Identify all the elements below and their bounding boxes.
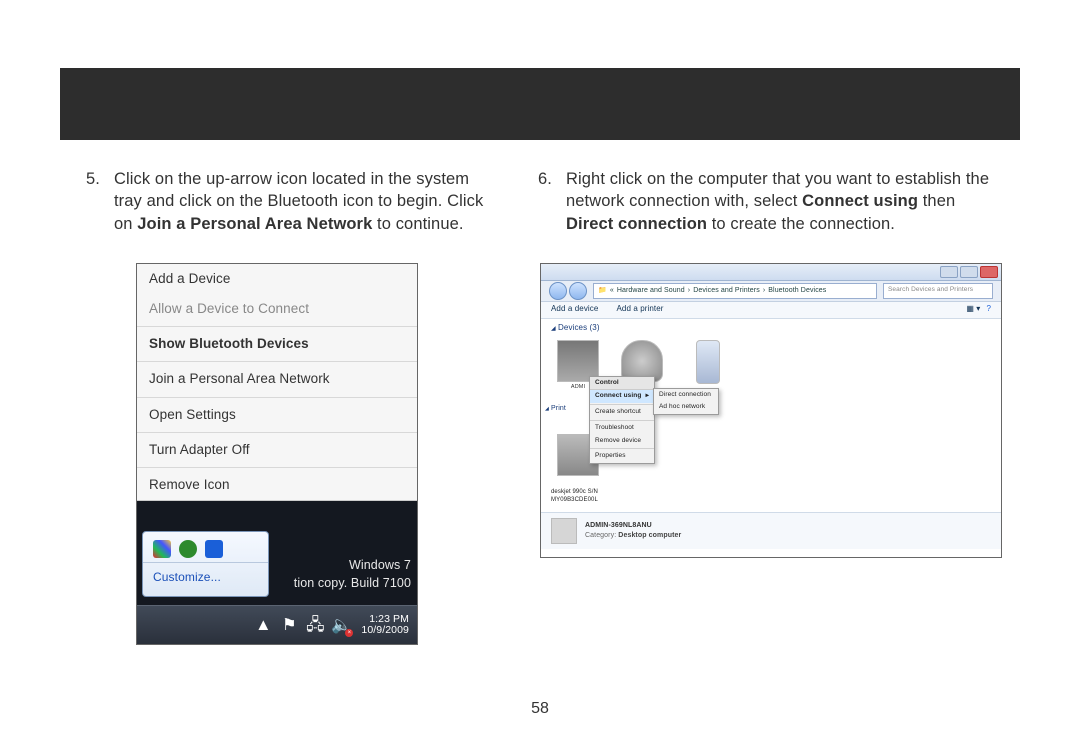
clock-date: 10/9/2009 — [361, 625, 409, 637]
phone-icon — [696, 340, 720, 384]
address-row: 📁 « Hardware and Sound › Devices and Pri… — [541, 281, 1001, 302]
printer-caption: deskjet 990c S/N MY09B3CDE00L — [551, 488, 598, 504]
tray-icons-row — [143, 532, 268, 562]
step-text-bold: Join a Personal Area Network — [137, 215, 372, 233]
context-menu: Control Connect using▸ Create shortcut T… — [589, 376, 655, 465]
search-placeholder: Search Devices and Printers — [888, 286, 973, 295]
menu-turn-adapter-off[interactable]: Turn Adapter Off — [137, 435, 417, 465]
bluetooth-context-menu: Add a Device Allow a Device to Connect S… — [137, 264, 417, 502]
figure-system-tray: Add a Device Allow a Device to Connect S… — [136, 263, 418, 646]
right-column: 6. Right click on the computer that you … — [530, 168, 1002, 645]
step-number: 6. — [530, 168, 552, 235]
menu-add-device[interactable]: Add a Device — [137, 264, 417, 294]
desktop-tray-area: Customize... Windows 7 tion copy. Build … — [137, 501, 417, 644]
build-label: tion copy. Build 7100 — [294, 575, 411, 592]
page-number: 58 — [0, 700, 1080, 718]
view-menu-icon[interactable]: ▦ ▾ — [966, 304, 980, 315]
content-columns: 5. Click on the up-arrow icon located in… — [78, 168, 1002, 645]
close-button[interactable] — [980, 266, 998, 278]
breadcrumb-3[interactable]: Bluetooth Devices — [768, 286, 826, 295]
step-number: 5. — [78, 168, 100, 235]
windows-flag-icon[interactable] — [153, 540, 171, 558]
header-bar — [60, 68, 1020, 140]
step-text-post: to create the connection. — [707, 215, 895, 233]
nav-forward-button[interactable] — [569, 282, 587, 300]
device-phone[interactable] — [681, 340, 735, 386]
address-bar[interactable]: 📁 « Hardware and Sound › Devices and Pri… — [593, 283, 877, 299]
search-input[interactable]: Search Devices and Printers — [883, 283, 993, 299]
step-5: 5. Click on the up-arrow icon located in… — [78, 168, 490, 235]
tray-popup: Customize... — [142, 531, 269, 597]
submenu-connect-using: Direct connection Ad hoc network — [653, 388, 719, 416]
step-6: 6. Right click on the computer that you … — [530, 168, 1002, 235]
customize-link[interactable]: Customize... — [143, 562, 268, 591]
sub-adhoc-network[interactable]: Ad hoc network — [654, 401, 718, 414]
ctx-create-shortcut[interactable]: Create shortcut — [590, 406, 654, 419]
step-text-post: to continue. — [372, 215, 463, 233]
ctx-troubleshoot[interactable]: Troubleshoot — [590, 422, 654, 435]
menu-remove-icon[interactable]: Remove Icon — [137, 470, 417, 500]
window-titlebar[interactable] — [541, 264, 1001, 281]
details-category-value: Desktop computer — [618, 532, 681, 539]
step-text-mid: then — [918, 192, 955, 210]
tray-network-icon[interactable]: 🖧 — [305, 615, 325, 635]
ctx-remove-device[interactable]: Remove device — [590, 435, 654, 448]
toolbar: Add a device Add a printer ▦ ▾ ? — [541, 302, 1001, 319]
status-green-icon[interactable] — [179, 540, 197, 558]
sub-direct-connection[interactable]: Direct connection — [654, 389, 718, 402]
help-icon[interactable]: ? — [986, 304, 991, 315]
details-icon — [551, 518, 577, 544]
taskbar-clock[interactable]: 1:23 PM 10/9/2009 — [357, 614, 413, 637]
details-pane: ADMIN-369NL8ANU Category: Desktop comput… — [541, 512, 1001, 549]
ctx-header: Control — [590, 377, 654, 391]
nav-back-button[interactable] — [549, 282, 567, 300]
devices-area: ADMI ◢ Print deskjet 990c S/N MY09B3CDE0… — [541, 336, 1001, 512]
taskbar: ▲ ⚑ 🖧 🔈× 1:23 PM 10/9/2009 — [137, 605, 417, 644]
left-column: 5. Click on the up-arrow icon located in… — [78, 168, 490, 645]
details-category-label: Category: — [585, 532, 616, 539]
breadcrumb-1[interactable]: Hardware and Sound — [617, 286, 685, 295]
step-text-bold2: Direct connection — [566, 215, 707, 233]
menu-allow-connect: Allow a Device to Connect — [137, 294, 417, 324]
tray-flag-icon[interactable]: ⚑ — [279, 615, 299, 635]
details-name: ADMIN-369NL8ANU — [585, 521, 681, 530]
minimize-button[interactable] — [940, 266, 958, 278]
devices-section-header[interactable]: ◢ Devices (3) — [541, 319, 1001, 336]
ctx-connect-using[interactable]: Connect using▸ — [590, 390, 654, 403]
breadcrumb-2[interactable]: Devices and Printers — [693, 286, 760, 295]
figure-devices-window: 📁 « Hardware and Sound › Devices and Pri… — [540, 263, 1002, 558]
menu-join-pan[interactable]: Join a Personal Area Network — [137, 364, 417, 394]
step-text: Click on the up-arrow icon located in th… — [114, 168, 490, 235]
os-label: Windows 7 — [349, 557, 411, 574]
bluetooth-icon[interactable] — [205, 540, 223, 558]
step-text: Right click on the computer that you wan… — [566, 168, 1002, 235]
tray-up-arrow-icon[interactable]: ▲ — [253, 615, 273, 635]
menu-open-settings[interactable]: Open Settings — [137, 400, 417, 430]
toolbar-add-device[interactable]: Add a device — [551, 304, 598, 315]
maximize-button[interactable] — [960, 266, 978, 278]
menu-show-bt-devices[interactable]: Show Bluetooth Devices — [137, 329, 417, 359]
tray-volume-icon[interactable]: 🔈× — [331, 615, 351, 635]
ctx-properties[interactable]: Properties — [590, 450, 654, 463]
chevron-right-icon: ▸ — [646, 392, 649, 401]
toolbar-add-printer[interactable]: Add a printer — [616, 304, 663, 315]
step-text-bold1: Connect using — [802, 192, 918, 210]
printers-section-header[interactable]: ◢ Print — [545, 404, 566, 413]
